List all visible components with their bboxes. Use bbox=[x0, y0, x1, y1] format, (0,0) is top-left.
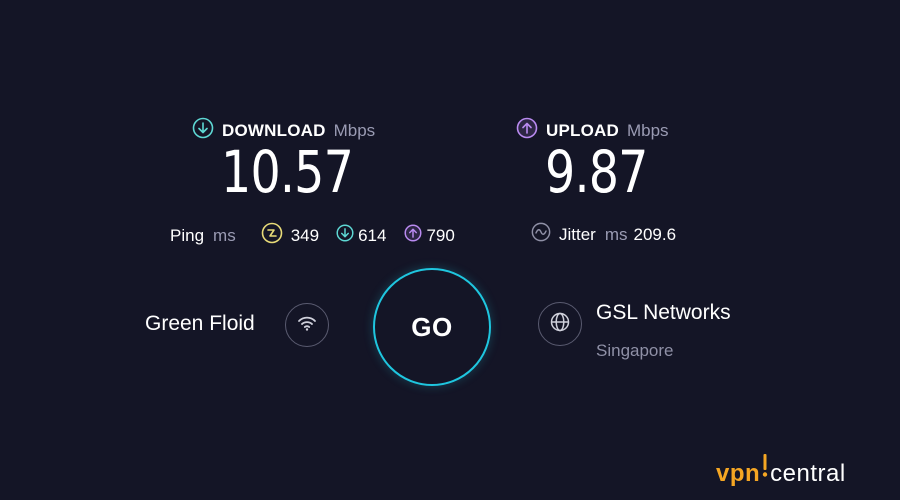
brand-logo: vpn central bbox=[716, 454, 846, 488]
server-button[interactable] bbox=[538, 302, 582, 346]
globe-icon bbox=[549, 311, 571, 338]
jitter-row: Jitter ms 209.6 bbox=[531, 222, 676, 247]
server-location: Singapore bbox=[596, 341, 674, 360]
ping-label: Ping bbox=[170, 225, 205, 245]
arrow-down-circle-icon bbox=[192, 117, 214, 144]
wave-icon bbox=[531, 222, 551, 247]
jitter-value: 209.6 bbox=[633, 224, 677, 244]
idle-latency-icon bbox=[261, 222, 283, 249]
provider-name: Green Floid bbox=[145, 312, 255, 335]
jitter-unit: ms bbox=[604, 224, 628, 244]
provider-button[interactable] bbox=[285, 303, 329, 347]
download-value: 10.57 bbox=[221, 138, 354, 206]
go-button[interactable]: GO bbox=[373, 268, 491, 386]
brand-part2: central bbox=[770, 460, 846, 487]
ping-upload-value: 790 bbox=[426, 225, 455, 245]
jitter-label: Jitter bbox=[559, 224, 596, 244]
ping-upload-icon bbox=[404, 224, 422, 247]
server-name: GSL Networks bbox=[596, 301, 731, 324]
brand-pin-icon bbox=[761, 454, 769, 485]
ping-unit: ms bbox=[213, 225, 236, 245]
upload-value: 9.87 bbox=[545, 138, 648, 206]
ping-download-value: 614 bbox=[358, 225, 387, 245]
ping-download-icon bbox=[336, 224, 354, 247]
ping-row: Ping ms 349 614 790 bbox=[170, 222, 455, 249]
wifi-icon bbox=[296, 312, 318, 339]
ping-idle-value: 349 bbox=[290, 225, 320, 245]
brand-part1: vpn bbox=[716, 460, 761, 487]
arrow-up-circle-icon bbox=[516, 117, 538, 144]
